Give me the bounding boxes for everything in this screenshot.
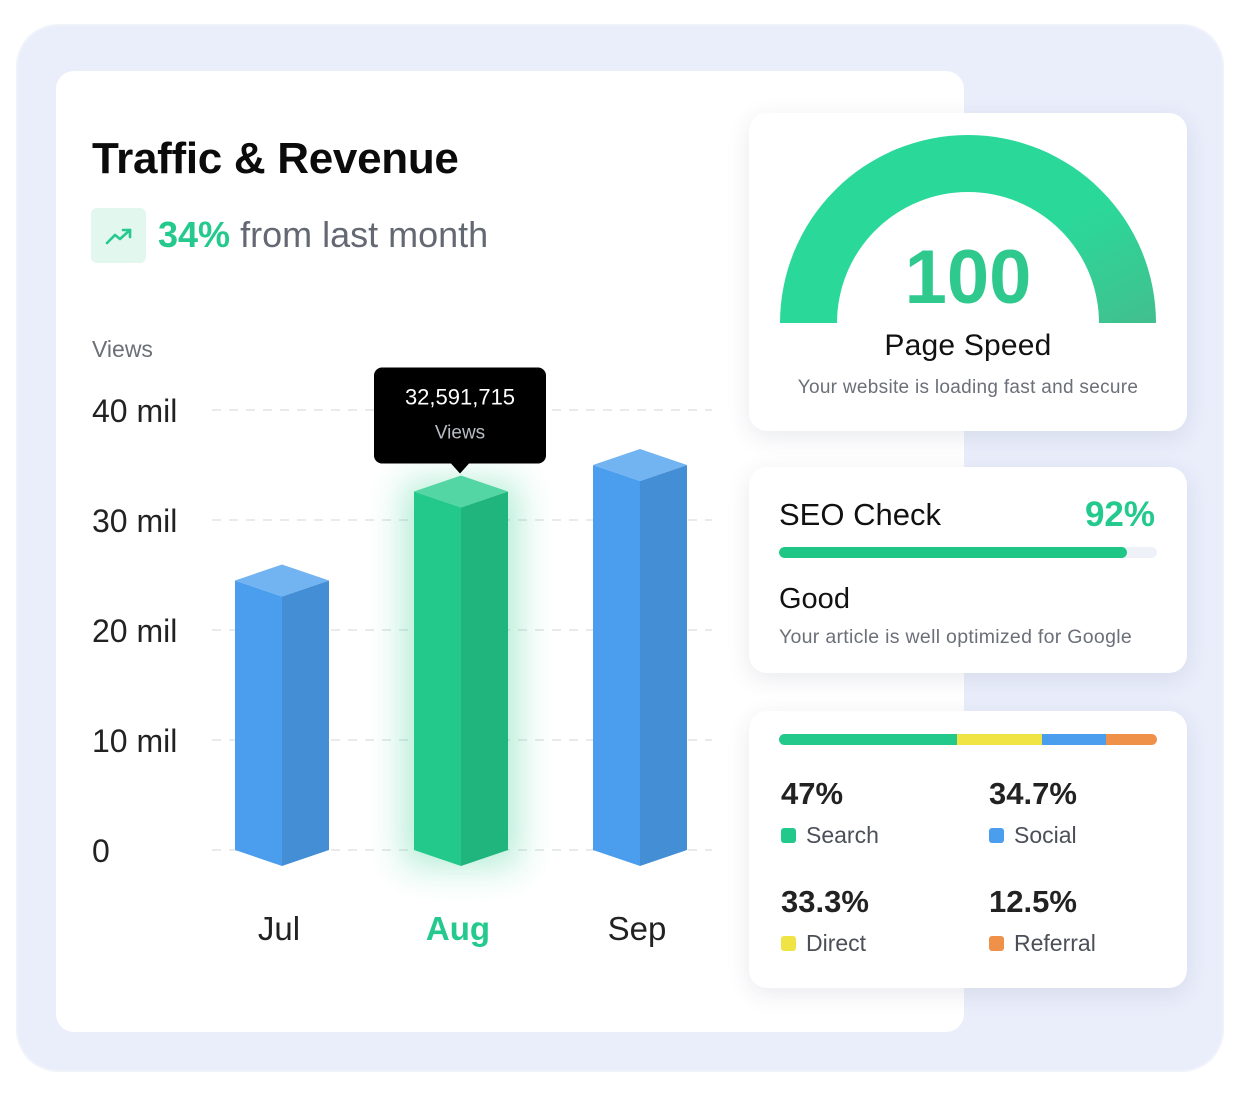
stack-segment-social: [1041, 734, 1106, 745]
seo-check-card: SEO Check 92% Good Your article is well …: [749, 467, 1187, 673]
source-label: Social: [1014, 822, 1077, 848]
source-direct: 33.3% Direct: [781, 884, 869, 957]
page-speed-card: 100 Page Speed Your website is loading f…: [749, 113, 1187, 431]
sources-stacked-bar: [779, 734, 1157, 745]
x-tick-label: Jul: [258, 910, 300, 947]
stack-segment-referral: [1105, 734, 1157, 745]
seo-percent: 92%: [1084, 495, 1155, 534]
x-tick-label: Sep: [608, 910, 667, 947]
speed-score: 100: [905, 235, 1032, 320]
bar-face-right: [282, 580, 329, 866]
legend-dot: [989, 828, 1004, 843]
y-axis-label: Views: [92, 336, 153, 362]
seo-subtitle: Your article is well optimized for Googl…: [779, 626, 1132, 648]
y-tick-label: 20 mil: [92, 613, 177, 649]
bar-aug[interactable]: [404, 475, 518, 866]
tooltip-pointer: [451, 463, 469, 474]
legend-dot: [781, 936, 796, 951]
seo-status: Good: [779, 583, 850, 615]
bar-face-right: [640, 465, 687, 866]
y-tick-label: 40 mil: [92, 393, 177, 429]
source-percent: 34.7%: [989, 776, 1077, 811]
source-search: 47% Search: [781, 776, 879, 849]
value-tooltip: 32,591,715 Views: [374, 367, 546, 474]
source-percent: 47%: [781, 776, 844, 811]
source-referral: 12.5% Referral: [989, 884, 1096, 957]
stack-segment-direct: [956, 734, 1042, 745]
bar-jul[interactable]: [235, 564, 329, 867]
source-label: Direct: [806, 930, 867, 956]
source-label: Search: [806, 822, 879, 848]
source-percent: 12.5%: [989, 884, 1077, 919]
y-tick-label: 30 mil: [92, 503, 177, 539]
tooltip-value: 32,591,715: [405, 384, 515, 409]
speed-title: Page Speed: [884, 329, 1052, 362]
tooltip-box: [374, 367, 546, 464]
bar-face-left: [593, 465, 640, 866]
y-tick-label: 0: [92, 833, 110, 869]
legend-dot: [989, 936, 1004, 951]
y-tick-label: 10 mil: [92, 723, 177, 759]
source-label: Referral: [1014, 930, 1096, 956]
bar-sep[interactable]: [593, 449, 687, 866]
bar-face-right: [461, 491, 508, 866]
x-tick-label: Aug: [426, 910, 490, 947]
seo-progress-bar: [779, 547, 1157, 558]
bar-face-left: [235, 580, 282, 866]
bar-face-left: [414, 491, 461, 866]
tooltip-label: Views: [435, 422, 485, 443]
seo-title: SEO Check: [779, 497, 941, 532]
source-social: 34.7% Social: [989, 776, 1077, 849]
legend-dot: [781, 828, 796, 843]
stack-segment-search: [779, 734, 957, 745]
seo-progress-fill: [779, 547, 1127, 558]
traffic-sources-card: 47% Search 34.7% Social 33.3% Direct 12.…: [749, 711, 1187, 988]
source-percent: 33.3%: [781, 884, 869, 919]
speed-subtitle: Your website is loading fast and secure: [797, 377, 1139, 398]
speed-gauge: 100: [780, 135, 1156, 323]
